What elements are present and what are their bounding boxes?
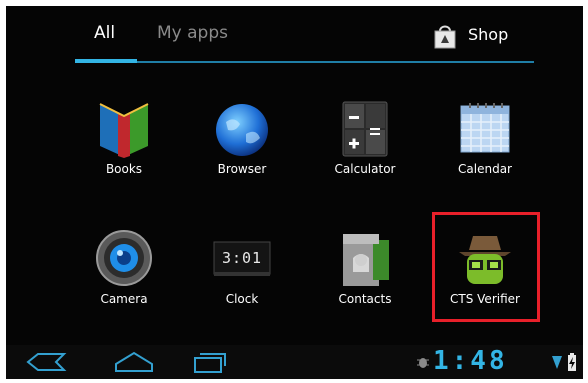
app-label: Calculator	[334, 162, 396, 176]
shop-label: Shop	[468, 25, 509, 44]
tab-bar: All My apps Shop	[6, 6, 583, 66]
calculator-icon	[342, 101, 388, 157]
app-camera[interactable]: Camera	[69, 228, 179, 348]
app-label: Books	[105, 162, 143, 176]
wifi-signal-icon	[552, 356, 562, 369]
browser-icon	[216, 104, 268, 156]
app-label: Browser	[217, 162, 267, 176]
system-bar: 1:48	[6, 345, 583, 379]
app-label: Contacts	[338, 292, 392, 306]
app-label: Clock	[225, 292, 259, 306]
app-clock[interactable]: 3:01 Clock	[187, 228, 297, 348]
selection-highlight	[432, 212, 540, 322]
recent-apps-icon[interactable]	[187, 350, 231, 374]
app-calendar[interactable]: Calendar	[430, 98, 540, 218]
debug-bug-icon	[417, 358, 429, 368]
clock-icon: 3:01	[212, 228, 272, 288]
app-drawer-screen: All My apps Shop Books Browser Calculato…	[6, 6, 583, 379]
tab-divider	[75, 61, 534, 63]
app-label: Calendar	[458, 162, 512, 176]
clock-icon-time: 3:01	[221, 249, 263, 267]
books-icon	[99, 103, 149, 158]
app-browser[interactable]: Browser	[187, 98, 297, 218]
tab-all[interactable]: All	[94, 23, 115, 43]
app-calculator[interactable]: Calculator	[310, 98, 420, 218]
tab-my-apps[interactable]: My apps	[157, 23, 228, 43]
calendar-icon	[460, 103, 510, 153]
status-time: 1:48	[433, 346, 508, 376]
battery-charging-icon	[568, 353, 576, 371]
tab-selected-indicator	[75, 59, 137, 63]
app-contacts[interactable]: Contacts	[310, 228, 420, 348]
contacts-icon	[343, 234, 389, 286]
app-books[interactable]: Books	[69, 98, 179, 218]
shopping-bag-icon	[434, 25, 456, 49]
app-label: Camera	[100, 292, 148, 306]
home-icon[interactable]	[112, 350, 156, 374]
camera-icon	[96, 230, 152, 286]
back-icon[interactable]	[24, 350, 68, 374]
